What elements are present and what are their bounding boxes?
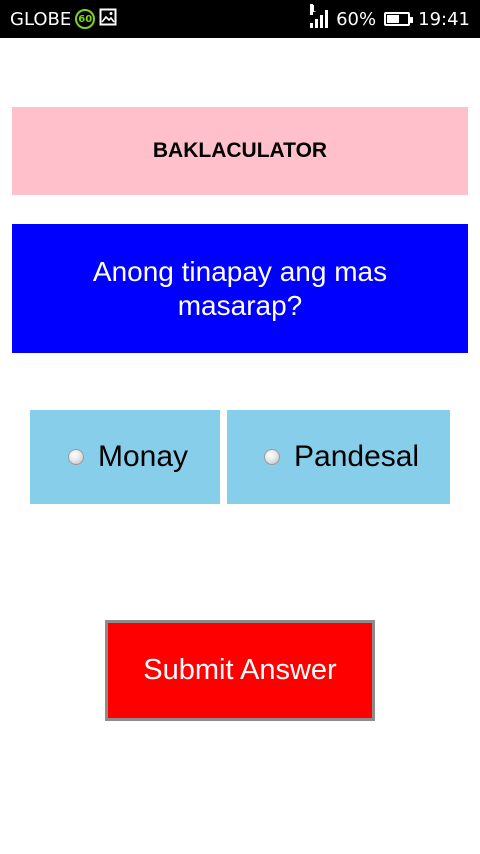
sim-slot-label: 1 [310,4,317,15]
status-bar: GLOBE 60 1 60% 19:41 [0,0,480,38]
signal-icon: 1 [310,4,329,28]
option-monay[interactable]: Monay [30,410,220,504]
gallery-icon [99,8,117,31]
option-label: Pandesal [294,440,420,473]
option-label: Monay [98,440,189,473]
option-pandesal[interactable]: Pandesal [227,410,450,504]
battery-icon [384,12,414,26]
question-text: Anong tinapay ang mas masarap? [12,224,468,353]
submit-answer-button[interactable]: Submit Answer [105,620,375,721]
radio-button-icon[interactable] [264,449,280,465]
battery-percent: 60% [336,8,377,30]
status-left: GLOBE 60 [10,8,117,31]
battery-fill [387,15,400,23]
clock: 19:41 [418,8,470,30]
status-right: 1 60% 19:41 [310,4,470,30]
carrier-name: GLOBE [10,8,72,30]
network-badge-icon: 60 [75,9,96,29]
radio-button-icon[interactable] [68,449,84,465]
app-title: BAKLACULATOR [12,107,468,195]
